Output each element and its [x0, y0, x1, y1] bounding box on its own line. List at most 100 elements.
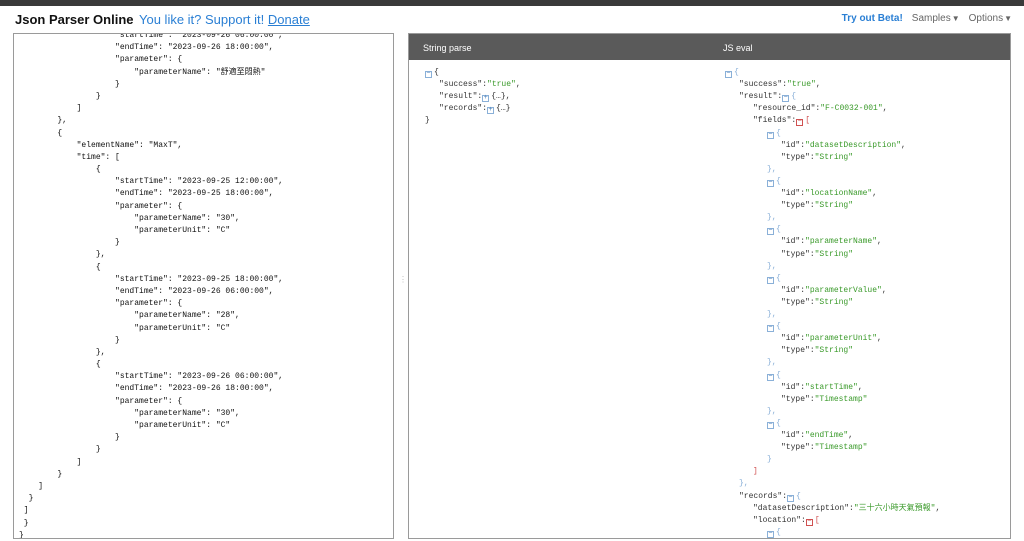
tree-line: },: [767, 406, 777, 418]
donate-link[interactable]: Donate: [268, 12, 310, 27]
collapse-node-icon[interactable]: −: [782, 95, 790, 103]
string-parse-title: String parse: [423, 43, 472, 53]
tree-line: −{: [767, 128, 781, 140]
tree-punct: ,: [872, 189, 878, 198]
tree-line: "location":−[: [753, 515, 820, 527]
tree-punct: }: [425, 116, 430, 126]
try-beta-link[interactable]: Try out Beta!: [842, 13, 903, 24]
tree-line: "type":"String": [781, 297, 853, 309]
expand-node-icon[interactable]: +: [482, 95, 490, 103]
tree-punct: ,: [515, 80, 521, 90]
tree-line: "type":"String": [781, 249, 853, 261]
collapse-node-icon[interactable]: −: [425, 71, 432, 78]
pane-splitter-handle[interactable]: ⋮: [399, 276, 407, 296]
tree-line: },: [739, 478, 749, 490]
tree-value: "三十六小時天氣預報": [853, 503, 936, 513]
json-input-text[interactable]: "startTime": "2023-09-26 06:00:00", "end…: [19, 34, 283, 538]
collapse-node-icon[interactable]: −: [767, 276, 774, 284]
tree-value: "String": [814, 297, 854, 307]
tree-punct: ]: [753, 467, 758, 477]
tree-key: "id": [781, 382, 801, 392]
tree-line: },: [767, 309, 777, 321]
tree-line: −{: [767, 321, 781, 333]
tree-punct: {: [434, 68, 439, 77]
tree-value: "String": [814, 346, 854, 356]
tree-punct: {: [776, 273, 781, 283]
json-input-editor[interactable]: "startTime": "2023-09-26 06:00:00", "end…: [13, 33, 394, 539]
tree-punct: {: [734, 68, 739, 77]
tree-line: "result":+ {…},: [439, 91, 510, 103]
collapse-node-icon[interactable]: −: [767, 373, 774, 381]
tree-punct: {: [776, 370, 781, 380]
samples-label: Samples: [911, 13, 951, 24]
tree-value: "locationName": [805, 189, 873, 198]
collapse-node-icon[interactable]: −: [725, 71, 732, 78]
tree-key: "type": [781, 394, 810, 404]
tree-punct: [: [814, 515, 820, 525]
output-panel: String parse JS eval −{"success":"true",…: [408, 33, 1011, 539]
header-menu: Try out Beta! Samples▼ Options▼: [842, 13, 1012, 24]
tree-value: "endTime": [805, 431, 849, 440]
tree-key: "id": [781, 237, 801, 247]
collapse-node-icon[interactable]: −: [767, 228, 774, 236]
tree-punct: },: [767, 261, 777, 271]
collapse-node-icon[interactable]: −: [767, 421, 774, 429]
expand-node-icon[interactable]: +: [487, 107, 495, 115]
tree-line: −{: [767, 370, 781, 382]
tree-line: "id":"locationName",: [781, 188, 877, 200]
tree-line: ]: [753, 466, 758, 478]
tree-key: "id": [781, 189, 801, 198]
js-eval-title: JS eval: [723, 43, 753, 53]
tree-line: "result":−{: [739, 91, 796, 103]
tree-key: "result": [439, 92, 478, 102]
tree-value: "true": [787, 80, 816, 90]
tree-punct: {: [776, 527, 781, 537]
tree-line: "resource_id":"F-C0032-001",: [753, 103, 887, 115]
collapse-node-icon[interactable]: −: [787, 494, 795, 502]
tree-punct: {…}: [496, 104, 511, 114]
options-dropdown-icon: ▼: [1004, 14, 1012, 23]
tree-key: "fields": [753, 116, 792, 126]
tree-value: "F-C0032-001": [820, 104, 883, 114]
collapse-node-icon[interactable]: −: [767, 179, 774, 187]
options-menu[interactable]: Options▼: [969, 13, 1012, 24]
tree-value: "true": [487, 80, 516, 90]
collapse-node-icon[interactable]: −: [767, 131, 774, 139]
options-label: Options: [968, 13, 1004, 24]
tree-value: "startTime": [805, 382, 858, 392]
tree-punct: },: [767, 406, 777, 416]
tree-punct: }: [767, 455, 772, 465]
tree-key: "success": [439, 80, 483, 90]
tree-line: "success":"true",: [439, 79, 521, 91]
tree-value: "String": [814, 152, 854, 162]
app-title: Json Parser Online: [15, 12, 134, 27]
tree-line: },: [767, 357, 777, 369]
samples-menu[interactable]: Samples▼: [912, 13, 960, 24]
tree-punct: ,: [815, 80, 821, 90]
tree-value: "parameterUnit": [805, 334, 878, 344]
collapse-node-icon[interactable]: −: [796, 119, 804, 127]
tree-line: "id":"startTime",: [781, 382, 863, 394]
tree-value: "String": [814, 201, 854, 211]
support-message: You like it? Support it! Donate: [139, 12, 310, 27]
tree-punct: ,: [901, 140, 906, 150]
tree-line: }: [767, 454, 772, 466]
tree-punct: },: [767, 213, 777, 223]
tree-punct: {: [776, 225, 781, 235]
tree-punct: ,: [877, 237, 882, 247]
tree-value: "Timestamp": [814, 394, 868, 404]
tree-punct: {: [776, 176, 781, 186]
tree-line: "records":+ {…}: [439, 103, 510, 115]
tree-key: "type": [781, 297, 810, 307]
tree-key: "success": [739, 80, 783, 90]
tree-line: },: [767, 212, 777, 224]
tree-punct: {: [776, 418, 781, 428]
support-text: You like it? Support it!: [139, 12, 265, 27]
collapse-node-icon[interactable]: −: [767, 530, 774, 538]
tree-line: "type":"Timestamp": [781, 394, 867, 406]
tree-key: "records": [739, 491, 783, 501]
collapse-node-icon[interactable]: −: [767, 325, 774, 333]
tree-punct: },: [767, 310, 777, 319]
tree-punct: ,: [848, 431, 854, 440]
collapse-node-icon[interactable]: −: [805, 518, 813, 526]
